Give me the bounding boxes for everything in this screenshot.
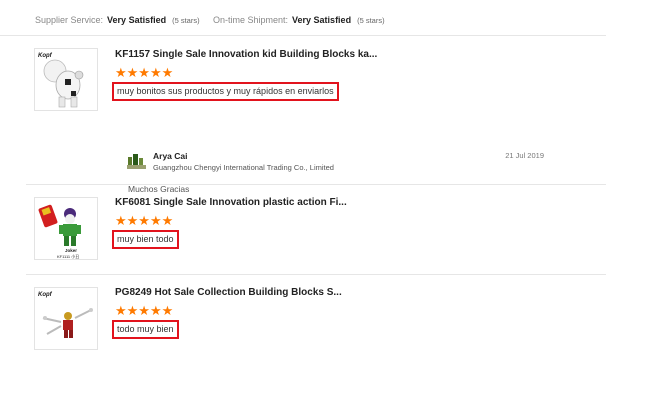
ontime-shipment-label: On-time Shipment:	[213, 15, 289, 25]
ontime-shipment-rating: On-time Shipment: Very Satisfied (5 stars)	[213, 15, 385, 25]
thumbnail-code: KF1111 小丑	[57, 253, 79, 259]
product-title-link[interactable]: PG8249 Hot Sale Collection Building Bloc…	[115, 287, 342, 298]
reply-date: 21 Jul 2019	[505, 151, 544, 160]
review-comment: muy bonitos sus productos y muy rápidos …	[112, 82, 339, 101]
review-item: Kopf PG8249 Hot Sale Collection Building…	[26, 276, 606, 366]
seller-avatar-icon	[126, 151, 148, 171]
supplier-service-label: Supplier Service:	[35, 15, 104, 25]
product-thumbnail[interactable]: Kopf	[34, 48, 98, 111]
store-ratings-bar: Supplier Service: Very Satisfied (5 stars)…	[0, 0, 606, 36]
supplier-service-stars: (5 stars)	[172, 16, 200, 25]
review-comment: muy bien todo	[112, 230, 179, 249]
star-rating: ★★★★★	[115, 65, 174, 80]
seller-name: Arya Cai	[153, 151, 188, 161]
review-item: Kopf KF1157 Single Sale Innovation kid B…	[26, 37, 606, 194]
review-comment: todo muy bien	[112, 320, 179, 339]
ontime-shipment-value: Very Satisfied	[292, 15, 352, 25]
product-title-link[interactable]: KF1157 Single Sale Innovation kid Buildi…	[115, 49, 377, 60]
brand-logo: Kopf	[38, 292, 53, 298]
ontime-shipment-stars: (5 stars)	[357, 16, 385, 25]
supplier-service-rating: Supplier Service: Very Satisfied (5 stars)	[35, 15, 200, 25]
seller-company[interactable]: Guangzhou Chengyi International Trading …	[153, 163, 334, 172]
brand-logo: Kopf	[38, 53, 53, 59]
review-item: Joker KF1111 小丑 KF6081 Single Sale Innov…	[26, 186, 606, 275]
product-thumbnail[interactable]: Joker KF1111 小丑	[34, 197, 98, 260]
star-rating: ★★★★★	[115, 303, 174, 318]
supplier-service-value: Very Satisfied	[107, 15, 167, 25]
thumbnail-caption: Joker	[65, 248, 77, 253]
star-rating: ★★★★★	[115, 213, 174, 228]
product-thumbnail[interactable]: Kopf	[34, 287, 98, 350]
product-title-link[interactable]: KF6081 Single Sale Innovation plastic ac…	[115, 197, 347, 208]
